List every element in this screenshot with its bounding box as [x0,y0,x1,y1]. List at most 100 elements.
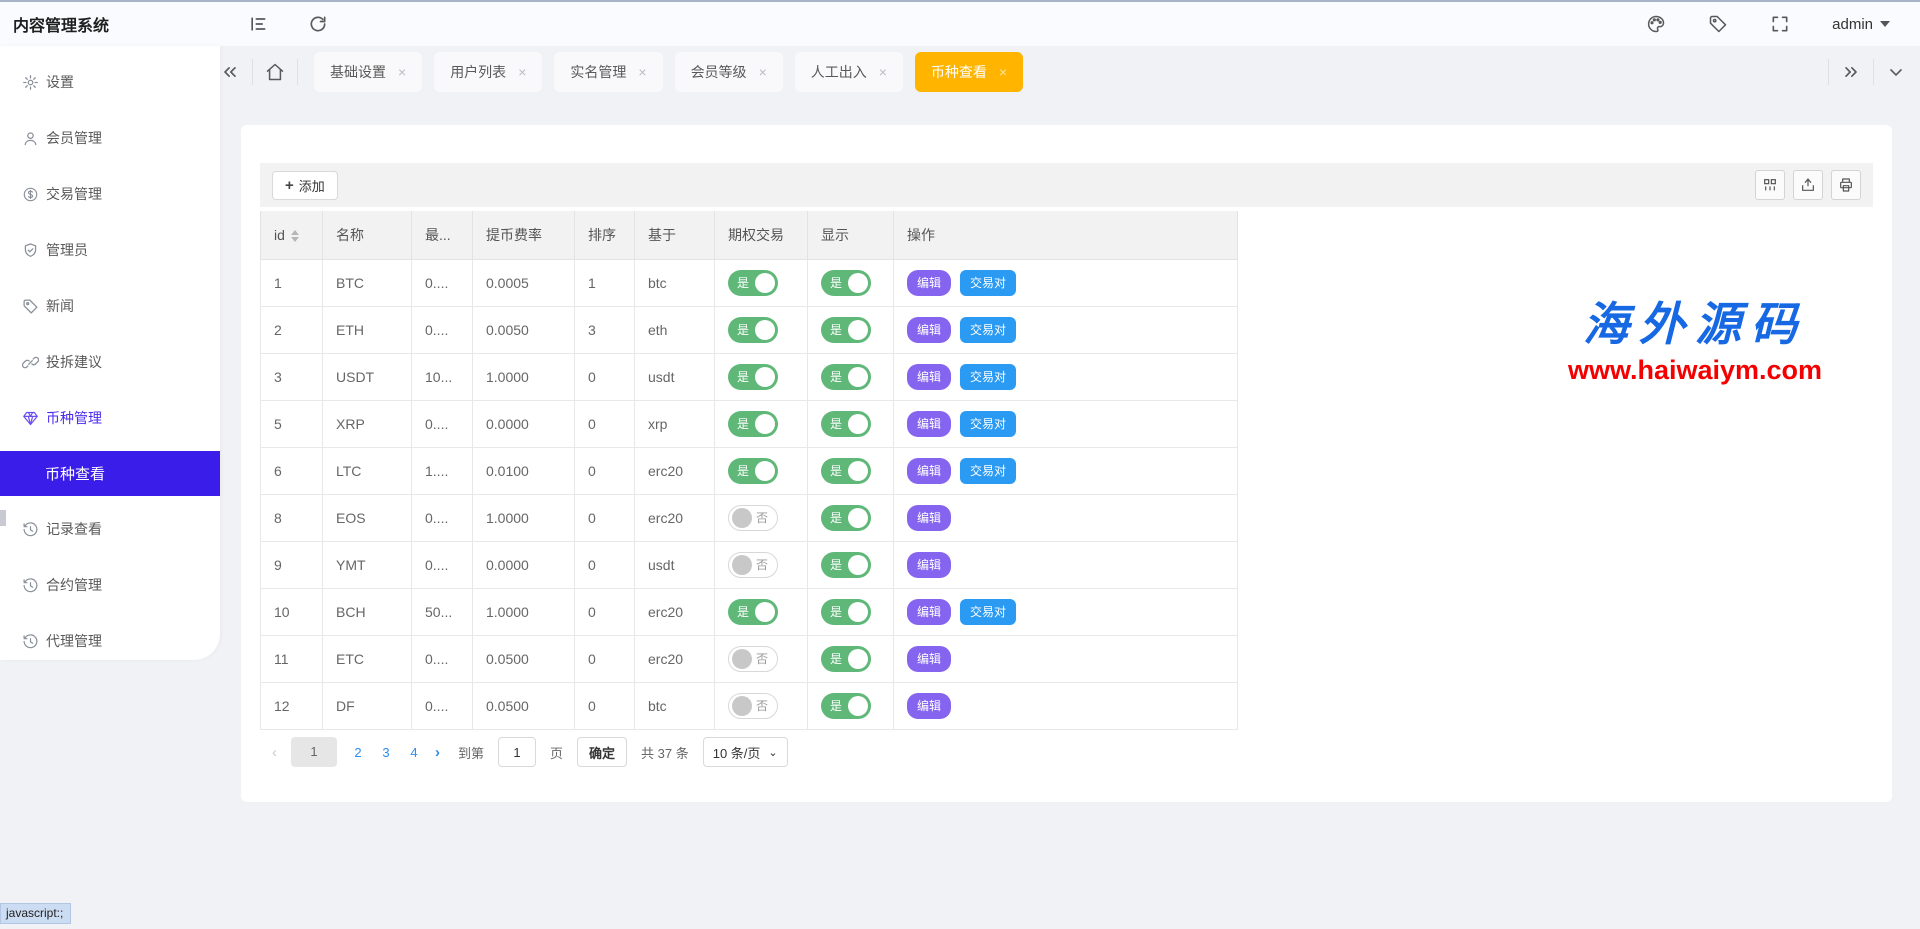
edit-button[interactable]: 编辑 [907,317,951,343]
cell-sort: 0 [575,447,635,494]
display-switch-on[interactable]: 是 [821,646,871,672]
cell-actions: 编辑交易对 [894,447,1238,494]
tab-人工出入[interactable]: 人工出入× [795,52,903,92]
sidebar-item-币种查看[interactable]: 币种查看 [0,451,220,496]
option-trade-switch-on[interactable]: 是 [728,458,778,484]
export-icon[interactable] [1793,170,1823,200]
tabs-menu-chevron-icon[interactable] [1886,62,1906,82]
display-switch-on[interactable]: 是 [821,317,871,343]
close-icon[interactable]: × [638,65,646,79]
close-icon[interactable]: × [518,65,526,79]
option-trade-switch-on[interactable]: 是 [728,270,778,296]
column-header-label: 基于 [648,227,676,243]
tab-会员等级[interactable]: 会员等级× [675,52,783,92]
table-toolbar: + 添加 [260,163,1873,207]
page-number-3[interactable]: 3 [379,745,393,760]
page-size-select[interactable]: 10 条/页 ⌄ [703,737,788,767]
theme-palette-icon[interactable] [1646,14,1666,34]
trade-pair-button[interactable]: 交易对 [960,317,1016,343]
goto-page-input[interactable] [498,737,536,767]
sidebar-item-交易管理[interactable]: 交易管理 [0,166,220,222]
sidebar-item-管理员[interactable]: 管理员 [0,222,220,278]
tab-基础设置[interactable]: 基础设置× [314,52,422,92]
option-trade-switch-off[interactable]: 否 [728,505,778,531]
trade-pair-button[interactable]: 交易对 [960,364,1016,390]
sidebar-item-设置[interactable]: 设置 [0,54,220,110]
tab-币种查看[interactable]: 币种查看× [915,52,1023,92]
tabs-scroll-right-icon[interactable] [1841,62,1861,82]
display-switch-on[interactable]: 是 [821,411,871,437]
tag-icon[interactable] [1708,14,1728,34]
edit-button[interactable]: 编辑 [907,411,951,437]
trade-pair-button[interactable]: 交易对 [960,270,1016,296]
display-switch-on[interactable]: 是 [821,552,871,578]
sidebar-item-label: 代理管理 [46,631,102,651]
display-switch-on[interactable]: 是 [821,505,871,531]
edit-button[interactable]: 编辑 [907,599,951,625]
sidebar-item-新闻[interactable]: 新闻 [0,278,220,334]
display-switch-on[interactable]: 是 [821,270,871,296]
option-trade-switch-off[interactable]: 否 [728,693,778,719]
tabs-scroll-left-icon[interactable] [220,62,240,82]
column-header-基于: 基于 [635,211,715,259]
refresh-icon[interactable] [308,14,328,34]
display-switch-on[interactable]: 是 [821,599,871,625]
sidebar-item-label: 币种管理 [46,408,102,428]
option-trade-switch-on[interactable]: 是 [728,599,778,625]
page-next-icon[interactable]: › [435,744,440,761]
sidebar-item-记录查看[interactable]: 记录查看 [0,501,220,557]
column-header-id[interactable]: id [261,211,323,259]
option-trade-switch-on[interactable]: 是 [728,411,778,437]
column-header-排序: 排序 [575,211,635,259]
display-switch-on[interactable]: 是 [821,693,871,719]
option-trade-switch-off[interactable]: 否 [728,552,778,578]
page-number-2[interactable]: 2 [351,745,365,760]
option-trade-switch-on[interactable]: 是 [728,364,778,390]
tab-实名管理[interactable]: 实名管理× [554,52,662,92]
page-number-1-current[interactable]: 1 [291,737,337,767]
display-switch-on[interactable]: 是 [821,458,871,484]
cell-name: USDT [323,353,412,400]
edit-button[interactable]: 编辑 [907,364,951,390]
switch-knob [848,461,868,481]
edit-button[interactable]: 编辑 [907,458,951,484]
sidebar-item-代理管理[interactable]: 代理管理 [0,613,220,669]
edit-button[interactable]: 编辑 [907,552,951,578]
add-button[interactable]: + 添加 [272,171,338,200]
cell-option-trade: 否 [715,494,808,541]
menu-toggle-icon[interactable] [248,14,268,34]
goto-confirm-button[interactable]: 确定 [577,737,627,767]
display-switch-on[interactable]: 是 [821,364,871,390]
sort-carets-icon[interactable] [291,230,299,242]
tab-用户列表[interactable]: 用户列表× [434,52,542,92]
sidebar-item-合约管理[interactable]: 合约管理 [0,557,220,613]
close-icon[interactable]: × [879,65,887,79]
edit-button[interactable]: 编辑 [907,270,951,296]
switch-label: 否 [756,556,768,573]
page-prev-icon[interactable]: ‹ [272,744,277,761]
fullscreen-icon[interactable] [1770,14,1790,34]
close-icon[interactable]: × [398,65,406,79]
column-header-label: 操作 [907,227,935,243]
edit-button[interactable]: 编辑 [907,646,951,672]
user-menu[interactable]: admin [1832,16,1890,33]
edit-button[interactable]: 编辑 [907,693,951,719]
close-icon[interactable]: × [999,65,1007,79]
print-icon[interactable] [1831,170,1861,200]
option-trade-switch-off[interactable]: 否 [728,646,778,672]
home-icon[interactable] [265,62,285,82]
sidebar-item-币种管理[interactable]: 币种管理 [0,390,220,446]
option-trade-switch-on[interactable]: 是 [728,317,778,343]
trade-pair-button[interactable]: 交易对 [960,599,1016,625]
trade-pair-button[interactable]: 交易对 [960,411,1016,437]
edit-button[interactable]: 编辑 [907,505,951,531]
history-icon [22,577,39,594]
switch-knob [848,649,868,669]
trade-pair-button[interactable]: 交易对 [960,458,1016,484]
sidebar-scrollbar[interactable] [0,510,6,526]
close-icon[interactable]: × [759,65,767,79]
sidebar-item-会员管理[interactable]: 会员管理 [0,110,220,166]
sidebar-item-投拆建议[interactable]: 投拆建议 [0,334,220,390]
page-number-4[interactable]: 4 [407,745,421,760]
columns-icon[interactable] [1755,170,1785,200]
